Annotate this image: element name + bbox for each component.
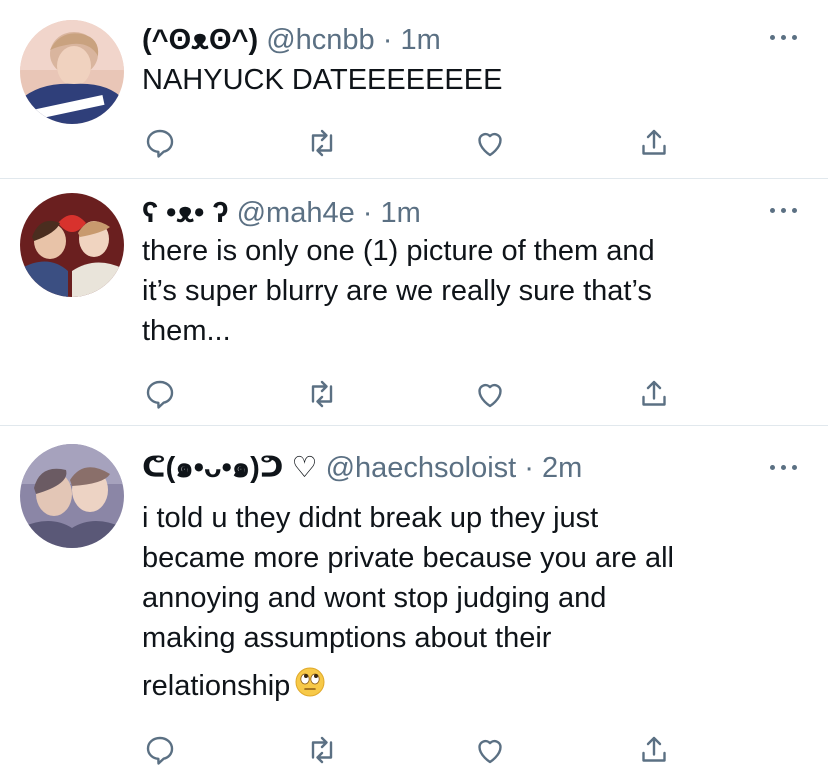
tweet-actions [142, 732, 672, 768]
retweet-icon[interactable] [304, 376, 340, 412]
display-name[interactable]: ᕦ(๑•ᴗ•๑)ᕤ ♡ [142, 452, 318, 484]
tweet-header: ᕦ(๑•ᴗ•๑)ᕤ ♡ @haechsoloist · 2m [142, 450, 582, 486]
user-handle[interactable]: @mah4e [237, 197, 355, 229]
tweet[interactable]: (^ʘᴥʘ^) @hcnbb · 1m NAHYUCK DATEEEEEEEE [0, 0, 828, 178]
tweet-header: (^ʘᴥʘ^) @hcnbb · 1m [142, 22, 441, 58]
share-icon[interactable] [636, 376, 672, 412]
tweet-header: ʕ •ᴥ• ʔ @mah4e · 1m [142, 195, 421, 231]
tweet-text: there is only one (1) picture of them an… [142, 231, 792, 351]
tweet-actions [142, 376, 672, 412]
retweet-icon[interactable] [304, 732, 340, 768]
tweet-text-line-last: relationship [142, 666, 792, 709]
tweet-text-line: annoying and wont stop judging and [142, 582, 607, 614]
avatar[interactable] [20, 20, 124, 124]
reply-icon[interactable] [142, 732, 178, 768]
user-handle[interactable]: @haechsoloist [326, 452, 517, 484]
tweet[interactable]: ʕ •ᴥ• ʔ @mah4e · 1m there is only one (1… [0, 179, 828, 425]
tweet-actions [142, 125, 672, 161]
more-options-icon[interactable] [770, 462, 798, 472]
separator-dot: · [524, 452, 534, 484]
avatar[interactable] [20, 193, 124, 297]
like-icon[interactable] [472, 125, 508, 161]
timestamp[interactable]: 1m [400, 24, 440, 56]
eye-roll-emoji-icon [294, 666, 326, 709]
avatar[interactable] [20, 444, 124, 548]
tweet-text-line: i told u they didnt break up they just [142, 502, 599, 534]
share-icon[interactable] [636, 732, 672, 768]
tweet-text-line: became more private because you are all [142, 542, 674, 574]
timestamp[interactable]: 2m [542, 452, 582, 484]
reply-icon[interactable] [142, 376, 178, 412]
tweet-text: i told u they didnt break up they just b… [142, 498, 792, 709]
display-name[interactable]: ʕ •ᴥ• ʔ [142, 197, 229, 229]
share-icon[interactable] [636, 125, 672, 161]
display-name[interactable]: (^ʘᴥʘ^) [142, 24, 258, 56]
tweet-text-line: NAHYUCK DATEEEEEEEE [142, 64, 503, 96]
tweet-text-line: them... [142, 315, 231, 347]
tweet-text: NAHYUCK DATEEEEEEEE [142, 60, 792, 100]
like-icon[interactable] [472, 732, 508, 768]
tweet-text-line: there is only one (1) picture of them an… [142, 235, 655, 267]
tweet-text-line: relationship [142, 670, 291, 703]
user-handle[interactable]: @hcnbb [266, 24, 374, 56]
more-options-icon[interactable] [770, 32, 798, 42]
like-icon[interactable] [472, 376, 508, 412]
tweet[interactable]: ᕦ(๑•ᴗ•๑)ᕤ ♡ @haechsoloist · 2m i told u … [0, 426, 828, 783]
tweet-text-line: it’s super blurry are we really sure tha… [142, 275, 652, 307]
reply-icon[interactable] [142, 125, 178, 161]
retweet-icon[interactable] [304, 125, 340, 161]
separator-dot: · [382, 24, 393, 56]
timestamp[interactable]: 1m [381, 197, 421, 229]
more-options-icon[interactable] [770, 205, 798, 215]
tweet-feed: (^ʘᴥʘ^) @hcnbb · 1m NAHYUCK DATEEEEEEEE [0, 0, 828, 783]
separator-dot: · [362, 197, 373, 229]
tweet-text-line: making assumptions about their [142, 622, 552, 654]
